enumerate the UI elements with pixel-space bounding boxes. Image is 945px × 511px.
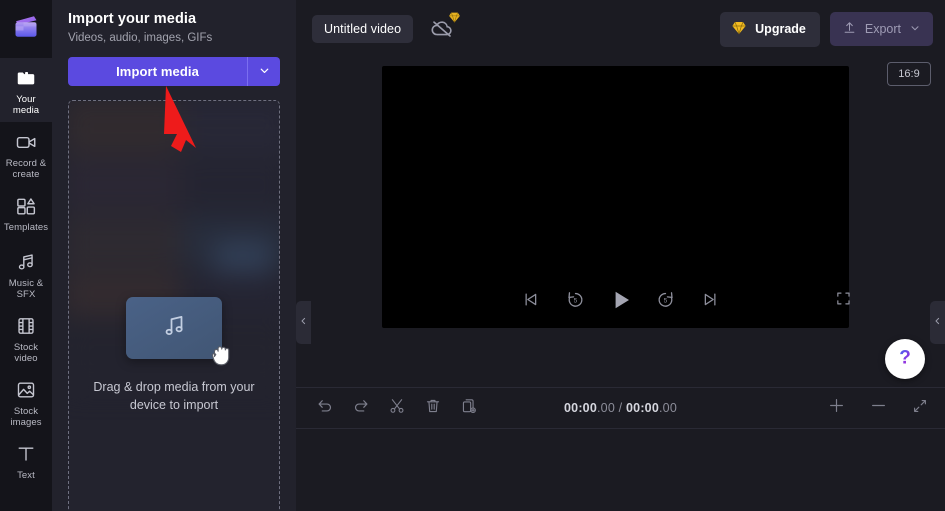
top-bar: Untitled video Upgrade Export <box>296 0 945 58</box>
premium-diamond-icon <box>731 20 747 39</box>
skip-previous-icon <box>521 290 540 314</box>
sidebar-item-stock-images[interactable]: Stock images <box>0 370 52 434</box>
clipchamp-editor: Your media Record & create Templates Mus… <box>0 0 945 511</box>
cloud-offline-icon <box>429 21 455 45</box>
redo-icon <box>352 397 370 420</box>
sidebar-item-label: Music & SFX <box>8 278 44 300</box>
svg-text:5: 5 <box>664 298 668 305</box>
chevron-down-icon <box>909 22 921 37</box>
upload-arrow-icon <box>842 20 857 38</box>
sidebar-item-label: Your media <box>12 94 40 116</box>
fit-to-screen-button[interactable] <box>907 395 933 421</box>
fit-to-screen-icon <box>911 397 929 420</box>
trash-icon <box>424 397 442 420</box>
question-mark-icon: ? <box>892 344 918 375</box>
sidebar-item-label: Text <box>17 470 35 481</box>
drag-preview-card <box>126 297 230 366</box>
import-media-row: Import media <box>68 57 280 86</box>
dropzone-text: Drag & drop media from your device to im… <box>93 380 255 412</box>
svg-text:?: ? <box>899 347 911 368</box>
skip-next-icon <box>701 290 720 314</box>
dropzone-center: Drag & drop media from your device to im… <box>69 297 279 414</box>
undo-icon <box>316 397 334 420</box>
premium-diamond-icon <box>448 11 461 29</box>
music-note-icon <box>13 249 39 275</box>
panel-title: Import your media <box>68 11 197 27</box>
timeline-zoom-controls <box>823 395 933 421</box>
video-camera-icon <box>13 129 39 155</box>
chevron-left-icon <box>299 314 308 332</box>
minus-icon <box>869 396 888 420</box>
sidebar-item-record-create[interactable]: Record & create <box>0 122 52 186</box>
fullscreen-icon <box>835 290 852 312</box>
cloud-sync-status-button[interactable] <box>429 12 461 45</box>
clipchamp-logo-icon <box>11 12 41 47</box>
plus-icon <box>827 396 846 420</box>
player-controls: 5 5 <box>296 278 945 326</box>
upgrade-label: Upgrade <box>755 22 806 36</box>
sidebar-item-label: Record & create <box>5 158 47 180</box>
export-button[interactable]: Export <box>829 12 933 46</box>
skip-to-start-button[interactable] <box>518 289 544 315</box>
export-label: Export <box>864 22 901 36</box>
time-separator: / <box>614 401 627 415</box>
duplicate-button[interactable] <box>456 395 482 421</box>
delete-button[interactable] <box>420 395 446 421</box>
forward-5s-button[interactable]: 5 <box>653 289 679 315</box>
templates-icon <box>13 193 39 219</box>
folder-icon <box>13 65 39 91</box>
sidebar-item-text[interactable]: Text <box>0 434 52 490</box>
fullscreen-button[interactable] <box>831 289 855 313</box>
left-rail: Your media Record & create Templates Mus… <box>0 0 52 511</box>
upgrade-button[interactable]: Upgrade <box>720 11 820 47</box>
rewind-5s-button[interactable]: 5 <box>563 289 589 315</box>
editor-stage: Untitled video Upgrade Export 16:9 5 5 ?… <box>296 0 945 511</box>
sidebar-item-label: Templates <box>3 222 49 233</box>
redo-button[interactable] <box>348 395 374 421</box>
sidebar-item-label: Stock images <box>10 406 42 428</box>
help-button[interactable]: ? <box>885 339 925 379</box>
collapse-right-panel-button[interactable] <box>930 301 945 344</box>
chevron-left-icon <box>933 314 942 332</box>
panel-subtitle: Videos, audio, images, GIFs <box>68 32 213 44</box>
total-time: 00:00 <box>626 401 659 415</box>
import-media-button[interactable]: Import media <box>68 57 247 86</box>
sidebar-item-label: Stock video <box>13 342 39 364</box>
skip-to-end-button[interactable] <box>698 289 724 315</box>
image-icon <box>13 377 39 403</box>
undo-button[interactable] <box>312 395 338 421</box>
rewind-5-icon: 5 <box>565 289 586 315</box>
music-note-icon <box>159 311 189 346</box>
media-panel: Import your media Videos, audio, images,… <box>52 0 296 511</box>
text-icon <box>13 441 39 467</box>
forward-5-icon: 5 <box>655 289 676 315</box>
split-button[interactable] <box>384 395 410 421</box>
zoom-in-button[interactable] <box>823 395 849 421</box>
current-time: 00:00 <box>564 401 597 415</box>
timeline-section: 00:00.00 / 00:00.00 <box>296 387 945 511</box>
chevron-down-icon <box>258 64 271 80</box>
media-dropzone[interactable]: Drag & drop media from your device to im… <box>68 100 280 511</box>
import-media-dropdown-button[interactable] <box>247 57 280 86</box>
duplicate-icon <box>460 397 478 420</box>
total-frames: .00 <box>659 401 677 415</box>
zoom-out-button[interactable] <box>865 395 891 421</box>
grabbing-hand-cursor <box>207 338 237 375</box>
film-strip-icon <box>13 313 39 339</box>
project-title-input[interactable]: Untitled video <box>312 15 414 43</box>
sidebar-item-music-sfx[interactable]: Music & SFX <box>0 242 52 306</box>
svg-text:5: 5 <box>574 298 578 305</box>
scissors-icon <box>388 397 406 420</box>
collapse-media-panel-button[interactable] <box>296 301 311 344</box>
sidebar-item-stock-video[interactable]: Stock video <box>0 306 52 370</box>
current-frames: .00 <box>597 401 615 415</box>
sidebar-item-your-media[interactable]: Your media <box>0 58 52 122</box>
timeline-track-area[interactable] <box>296 428 945 511</box>
clipchamp-logo[interactable] <box>0 0 52 58</box>
timeline-toolbar: 00:00.00 / 00:00.00 <box>296 388 945 428</box>
sidebar-item-templates[interactable]: Templates <box>0 186 52 242</box>
play-button[interactable] <box>608 289 634 315</box>
play-icon <box>608 287 634 318</box>
